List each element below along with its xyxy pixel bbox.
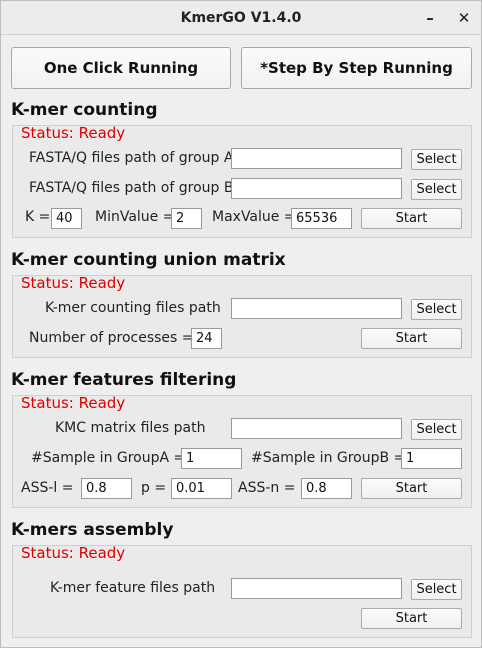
feature-files-select-button[interactable]: Select: [411, 579, 462, 600]
close-button[interactable]: ✕: [451, 5, 477, 31]
group-a-label: FASTA/Q files path of group A: [29, 150, 234, 166]
sample-group-b-label: #Sample in GroupB =: [251, 450, 406, 466]
kmc-matrix-path-input[interactable]: [231, 418, 402, 439]
close-icon: ✕: [457, 9, 471, 27]
counting-files-label: K-mer counting files path: [45, 300, 221, 316]
title-bar: KmerGO V1.4.0 – ✕: [1, 1, 481, 35]
filtering-start-button[interactable]: Start: [361, 478, 462, 499]
p-input[interactable]: 0.01: [171, 478, 232, 499]
kmc-matrix-label: KMC matrix files path: [55, 420, 206, 436]
processes-label: Number of processes =: [29, 330, 194, 346]
group-b-select-button[interactable]: Select: [411, 179, 462, 200]
counting-start-button[interactable]: Start: [361, 208, 462, 229]
union-matrix-status: Status: Ready: [21, 274, 126, 292]
ass-n-label: ASS-n =: [238, 480, 296, 496]
app-window: KmerGO V1.4.0 – ✕ One Click Running *Ste…: [0, 0, 482, 648]
min-value-label: MinValue =: [95, 209, 175, 225]
step-by-step-running-button[interactable]: *Step By Step Running: [241, 47, 472, 89]
p-label: p =: [141, 480, 167, 496]
k-input[interactable]: 40: [51, 208, 82, 229]
minimize-button[interactable]: –: [417, 5, 443, 31]
filtering-status: Status: Ready: [21, 394, 126, 412]
minimize-icon: –: [426, 9, 434, 27]
filtering-title: K-mer features filtering: [11, 370, 237, 390]
sample-group-a-label: #Sample in GroupA =: [31, 450, 186, 466]
group-a-select-button[interactable]: Select: [411, 149, 462, 170]
min-value-input[interactable]: 2: [171, 208, 202, 229]
assembly-title: K-mers assembly: [11, 520, 174, 540]
assembly-start-button[interactable]: Start: [361, 608, 462, 629]
k-label: K =: [25, 209, 51, 225]
counting-files-select-button[interactable]: Select: [411, 299, 462, 320]
kmc-matrix-select-button[interactable]: Select: [411, 419, 462, 440]
assembly-status: Status: Ready: [21, 544, 126, 562]
window-title: KmerGO V1.4.0: [180, 10, 302, 26]
sample-group-a-input[interactable]: 1: [181, 448, 242, 469]
one-click-running-button[interactable]: One Click Running: [11, 47, 231, 89]
kmer-counting-status: Status: Ready: [21, 124, 126, 142]
union-start-button[interactable]: Start: [361, 328, 462, 349]
sample-group-b-input[interactable]: 1: [401, 448, 462, 469]
group-b-path-input[interactable]: [231, 178, 402, 199]
processes-input[interactable]: 24: [191, 328, 222, 349]
kmer-counting-title: K-mer counting: [11, 100, 158, 120]
ass-n-input[interactable]: 0.8: [301, 478, 352, 499]
ass-l-input[interactable]: 0.8: [81, 478, 132, 499]
counting-files-path-input[interactable]: [231, 298, 402, 319]
group-b-label: FASTA/Q files path of group B: [29, 180, 234, 196]
max-value-label: MaxValue =: [212, 209, 296, 225]
ass-l-label: ASS-l =: [21, 480, 74, 496]
feature-files-path-input[interactable]: [231, 578, 402, 599]
feature-files-label: K-mer feature files path: [50, 580, 216, 596]
max-value-input[interactable]: 65536: [291, 208, 352, 229]
group-a-path-input[interactable]: [231, 148, 402, 169]
union-matrix-title: K-mer counting union matrix: [11, 250, 286, 270]
